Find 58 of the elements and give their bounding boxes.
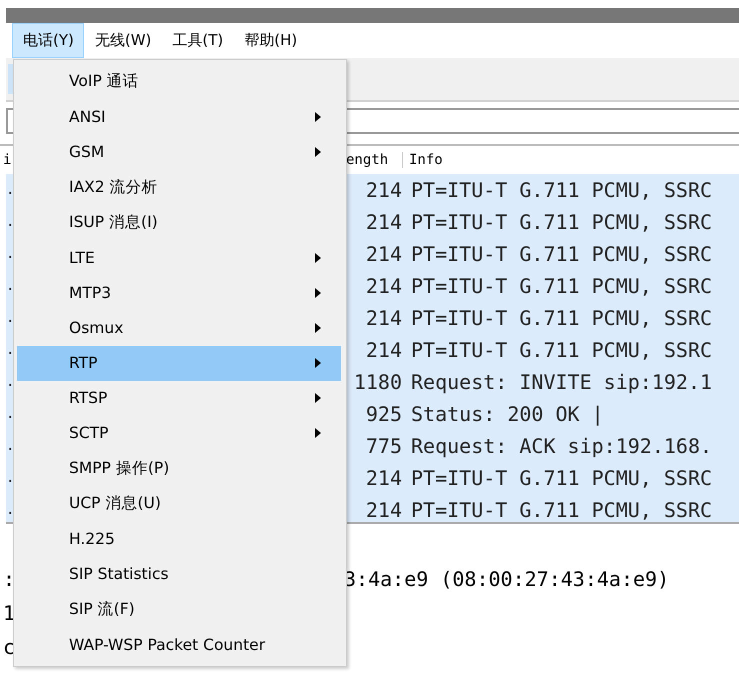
table-cell-text: PT=ITU-T G.711 PCMU, SSRC: [410, 338, 712, 362]
table-cell: .: [6, 374, 14, 390]
table-cell-text: PT=ITU-T G.711 PCMU, SSRC: [410, 210, 712, 234]
table-cell-text: 214: [364, 242, 402, 266]
column-header[interactable]: Info: [403, 152, 443, 168]
table-cell-text: Request: INVITE sip:192.1: [410, 370, 712, 394]
table-cell-text: 214: [364, 306, 402, 330]
menu-item[interactable]: H.225: [17, 521, 341, 557]
menu-bar-item[interactable]: 工具(T): [161, 23, 234, 58]
menu-item[interactable]: IAX2 流分析: [17, 170, 341, 205]
table-cell-text: PT=ITU-T G.711 PCMU, SSRC: [410, 242, 712, 266]
table-cell: .: [6, 246, 14, 262]
table-cell-text: PT=ITU-T G.711 PCMU, SSRC: [410, 178, 712, 202]
table-cell-text: PT=ITU-T G.711 PCMU, SSRC: [410, 498, 712, 522]
menu-bar-item[interactable]: 电话(Y): [12, 23, 84, 58]
table-cell: .: [6, 278, 14, 294]
table-cell-text: 1180: [352, 370, 402, 394]
menu-item[interactable]: UCP 消息(U): [17, 486, 341, 522]
menu-item[interactable]: GSM: [17, 134, 341, 170]
detail-text: c: [3, 635, 16, 659]
table-cell-text: 214: [364, 466, 402, 490]
menu-item[interactable]: SIP 流(F): [17, 592, 341, 627]
table-cell-text: 214: [364, 498, 402, 522]
table-cell-text: Request: ACK sip:192.168.: [410, 434, 712, 458]
menu-item[interactable]: SMPP 操作(P): [17, 451, 341, 486]
menu-item[interactable]: RTP: [17, 346, 341, 381]
table-cell-text: 775: [364, 434, 402, 458]
menu-bar-item[interactable]: 帮助(H): [233, 23, 308, 58]
menu-item[interactable]: SIP Statistics: [17, 556, 341, 592]
table-cell: .: [6, 310, 14, 326]
table-cell-text: 214: [364, 338, 402, 362]
table-cell-text: 925: [364, 402, 402, 426]
menu-item[interactable]: MTP3: [17, 275, 341, 310]
table-cell-text: PT=ITU-T G.711 PCMU, SSRC: [410, 306, 712, 330]
table-cell-text: 214: [364, 274, 402, 298]
menu-bar-item[interactable]: 无线(W): [84, 23, 162, 58]
table-cell-text: Status: 200 OK |: [410, 402, 604, 426]
table-cell: .: [6, 438, 14, 454]
table-cell: .: [6, 214, 14, 230]
menu-item[interactable]: RTSP: [17, 380, 341, 416]
menu-item[interactable]: WAP-WSP Packet Counter: [17, 627, 341, 662]
menu-item[interactable]: ANSI: [17, 99, 341, 134]
table-cell: .: [6, 182, 14, 198]
detail-text: 3:4a:e9 (08:00:27:43:4a:e9): [344, 567, 670, 591]
menu-item[interactable]: Osmux: [17, 310, 341, 346]
detail-text: :: [3, 567, 16, 591]
menu-item[interactable]: LTE: [17, 240, 341, 276]
menu-item[interactable]: SCTP: [17, 416, 341, 452]
table-cell-text: 214: [364, 210, 402, 234]
menu-item[interactable]: ISUP 消息(I): [17, 204, 341, 240]
table-cell-text: PT=ITU-T G.711 PCMU, SSRC: [410, 274, 712, 298]
table-cell: .: [6, 502, 14, 518]
detail-text: 1: [3, 601, 16, 625]
table-cell-text: PT=ITU-T G.711 PCMU, SSRC: [410, 466, 712, 490]
table-cell: .: [6, 342, 14, 358]
table-cell: .: [6, 406, 14, 422]
table-cell-text: 214: [364, 178, 402, 202]
table-cell: .: [6, 470, 14, 486]
